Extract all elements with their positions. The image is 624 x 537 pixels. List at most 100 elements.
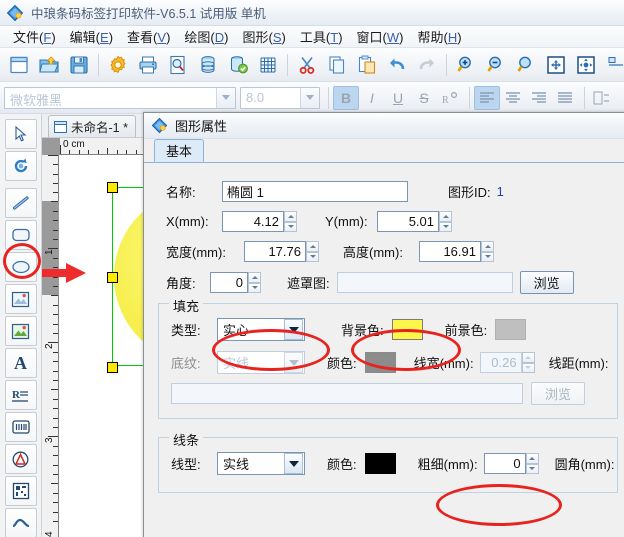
align-right-icon[interactable]: [526, 86, 552, 110]
font-size-combo[interactable]: 8.0: [240, 86, 320, 109]
line-color-label: 颜色:: [327, 457, 357, 472]
bold-button[interactable]: B: [333, 85, 359, 110]
zoom-in-icon[interactable]: [451, 50, 481, 80]
qrcode-tool[interactable]: [4, 476, 37, 506]
height-field[interactable]: 16.91: [419, 241, 481, 262]
shape-properties-icon: [151, 117, 168, 134]
menu-help[interactable]: 帮助(H): [411, 25, 469, 48]
height-stepper[interactable]: [481, 241, 494, 262]
width-stepper[interactable]: [306, 241, 319, 262]
align-icon[interactable]: [601, 50, 624, 80]
zoom-actual-icon[interactable]: [511, 50, 541, 80]
line-tool[interactable]: [4, 188, 37, 218]
selection-handle-bottom-left[interactable]: [107, 362, 118, 373]
line-color-swatch[interactable]: [364, 453, 396, 474]
menu-view[interactable]: 查看(V): [120, 25, 177, 48]
open-folder-icon[interactable]: [34, 50, 64, 80]
fit-width-icon[interactable]: [571, 50, 601, 80]
texture-linewidth-stepper[interactable]: [521, 352, 535, 373]
line-type-value: 实线: [223, 457, 250, 472]
texture-dropdown[interactable]: 实线: [217, 351, 305, 374]
strikethrough-button[interactable]: S: [411, 86, 437, 110]
rich-text-tool[interactable]: R: [4, 380, 37, 410]
database-connect-icon[interactable]: [223, 50, 253, 80]
barcode-tool[interactable]: [4, 412, 37, 442]
x-label: X(mm):: [166, 214, 209, 229]
foreground-color-swatch[interactable]: [495, 319, 527, 340]
align-justify-icon[interactable]: [552, 86, 578, 110]
cut-scissors-icon[interactable]: [292, 50, 322, 80]
width-field[interactable]: 17.76: [244, 241, 306, 262]
line-thickness-field[interactable]: 0: [483, 453, 526, 474]
angle-stepper[interactable]: [248, 272, 261, 293]
fill-type-chevron-down-icon[interactable]: [284, 319, 303, 340]
list-options-icon[interactable]: [589, 86, 615, 110]
foreground-color-label: 前景色:: [444, 323, 488, 338]
menu-window[interactable]: 窗口(W): [350, 25, 411, 48]
tab-basic[interactable]: 基本: [154, 139, 205, 162]
fill-type-dropdown[interactable]: 实心: [217, 318, 305, 341]
curve-tool[interactable]: [4, 508, 37, 537]
zoom-out-icon[interactable]: [481, 50, 511, 80]
rounded-rectangle-tool[interactable]: [4, 220, 37, 250]
mask-image-field[interactable]: [336, 272, 513, 293]
texture-label: 底纹:: [171, 356, 201, 371]
database-icon[interactable]: [193, 50, 223, 80]
x-field[interactable]: 4.12: [222, 211, 284, 232]
background-color-swatch[interactable]: [391, 319, 423, 340]
texture-color-swatch[interactable]: [364, 352, 396, 373]
new-document-icon[interactable]: [4, 50, 34, 80]
mask-browse-button[interactable]: 浏览: [519, 271, 574, 294]
y-stepper[interactable]: [439, 211, 452, 232]
selection-handle-middle-left[interactable]: [107, 272, 118, 283]
document-tab[interactable]: 未命名-1 *: [48, 115, 136, 137]
selection-handle-top-left[interactable]: [107, 182, 118, 193]
print-icon[interactable]: [133, 50, 163, 80]
x-stepper[interactable]: [284, 211, 297, 232]
angle-field[interactable]: 0: [210, 272, 248, 293]
undo-icon[interactable]: [382, 50, 412, 80]
texture-linewidth-field[interactable]: 0.26: [479, 352, 522, 373]
settings-gear-icon[interactable]: [103, 50, 133, 80]
grid-icon[interactable]: [253, 50, 283, 80]
menu-draw[interactable]: 绘图(D): [177, 25, 235, 48]
italic-button[interactable]: I: [359, 86, 385, 110]
vertical-ruler: 1 2 3 4: [42, 155, 59, 537]
height-value: 16.91: [443, 244, 476, 259]
line-type-dropdown[interactable]: 实线: [217, 452, 305, 475]
select-pointer-tool[interactable]: [4, 119, 37, 149]
menu-tools[interactable]: 工具(T): [293, 25, 350, 48]
save-disk-icon[interactable]: [64, 50, 94, 80]
font-family-combo[interactable]: 微软雅黑: [4, 86, 236, 109]
text-tool[interactable]: A: [4, 348, 37, 378]
superscript-icon[interactable]: R: [437, 86, 463, 110]
name-field[interactable]: 椭圆 1: [222, 181, 408, 202]
underline-button[interactable]: U: [385, 86, 411, 110]
menu-help-label: 帮助: [417, 30, 444, 45]
font-family-chevron-down-icon[interactable]: [216, 87, 235, 108]
align-center-icon[interactable]: [500, 86, 526, 110]
align-left-icon[interactable]: [474, 85, 500, 110]
image-tool[interactable]: [4, 284, 37, 314]
fit-page-icon[interactable]: [541, 50, 571, 80]
svg-text:R: R: [12, 389, 21, 401]
rotate-tool[interactable]: [4, 151, 37, 181]
copy-icon[interactable]: [322, 50, 352, 80]
font-size-chevron-down-icon[interactable]: [300, 87, 319, 108]
line-type-chevron-down-icon[interactable]: [284, 453, 303, 474]
menu-file[interactable]: 文件(F): [6, 25, 63, 48]
line-thickness-stepper[interactable]: [525, 453, 539, 474]
paste-icon[interactable]: [352, 50, 382, 80]
line-thickness-value: 0: [513, 456, 521, 471]
print-preview-icon[interactable]: [163, 50, 193, 80]
ellipse-tool[interactable]: [4, 252, 37, 282]
texture-browse-button[interactable]: 浏览: [531, 382, 586, 405]
texture-file-field[interactable]: [171, 383, 523, 404]
menu-edit[interactable]: 编辑(E): [63, 25, 120, 48]
width-value: 17.76: [268, 244, 301, 259]
shape-tool[interactable]: [4, 444, 37, 474]
texture-chevron-down-icon[interactable]: [284, 352, 303, 373]
menu-shape[interactable]: 图形(S): [236, 25, 293, 48]
y-field[interactable]: 5.01: [377, 211, 439, 232]
color-image-tool[interactable]: [4, 316, 37, 346]
